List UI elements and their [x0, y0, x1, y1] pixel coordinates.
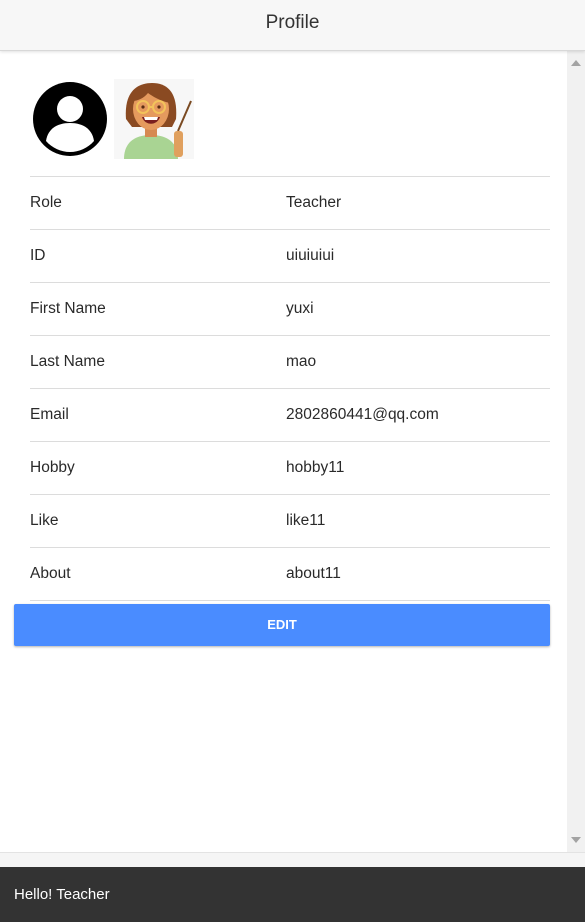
row-value: yuxi — [286, 300, 314, 317]
footer-bar: Hello! Teacher — [0, 867, 585, 922]
bottom-divider — [0, 852, 585, 868]
user-avatar-icon — [33, 82, 107, 156]
row-label: Role — [30, 194, 62, 211]
app: Profile Role Teacher ID uiuiuiui First N… — [0, 0, 585, 922]
row-value: 2802860441@qq.com — [286, 406, 439, 423]
scroll-up-icon[interactable] — [571, 60, 581, 66]
row-value: mao — [286, 353, 317, 370]
header-bar: Profile — [0, 0, 585, 51]
scroll-down-icon[interactable] — [571, 837, 581, 843]
row-label: Like — [30, 512, 59, 529]
profile-row-email: Email 2802860441@qq.com — [30, 389, 550, 442]
row-value: Teacher — [286, 194, 342, 211]
vertical-scrollbar[interactable] — [567, 51, 585, 852]
row-label: Hobby — [30, 459, 75, 476]
row-value: about11 — [286, 565, 341, 582]
footer-greeting: Hello! Teacher — [14, 886, 110, 903]
row-label: Email — [30, 406, 69, 423]
profile-row-about: About about11 — [30, 548, 550, 601]
edit-button[interactable]: EDIT — [14, 604, 550, 646]
profile-row-role: Role Teacher — [30, 177, 550, 230]
page-title: Profile — [265, 12, 320, 33]
profile-content: Role Teacher ID uiuiuiui First Name yuxi… — [0, 51, 567, 852]
row-label: ID — [30, 247, 46, 264]
profile-row-last-name: Last Name mao — [30, 336, 550, 389]
profile-row-first-name: First Name yuxi — [30, 283, 550, 336]
avatar-row — [30, 79, 200, 159]
row-label: First Name — [30, 300, 106, 317]
row-label: Last Name — [30, 353, 105, 370]
teacher-avatar-icon — [114, 79, 194, 159]
profile-row-hobby: Hobby hobby11 — [30, 442, 550, 495]
profile-row-like: Like like11 — [30, 495, 550, 548]
row-value: like11 — [286, 512, 326, 529]
profile-info-table: Role Teacher ID uiuiuiui First Name yuxi… — [30, 176, 550, 601]
row-value: uiuiuiui — [286, 247, 335, 264]
profile-row-id: ID uiuiuiui — [30, 230, 550, 283]
row-label: About — [30, 565, 71, 582]
row-value: hobby11 — [286, 459, 345, 476]
